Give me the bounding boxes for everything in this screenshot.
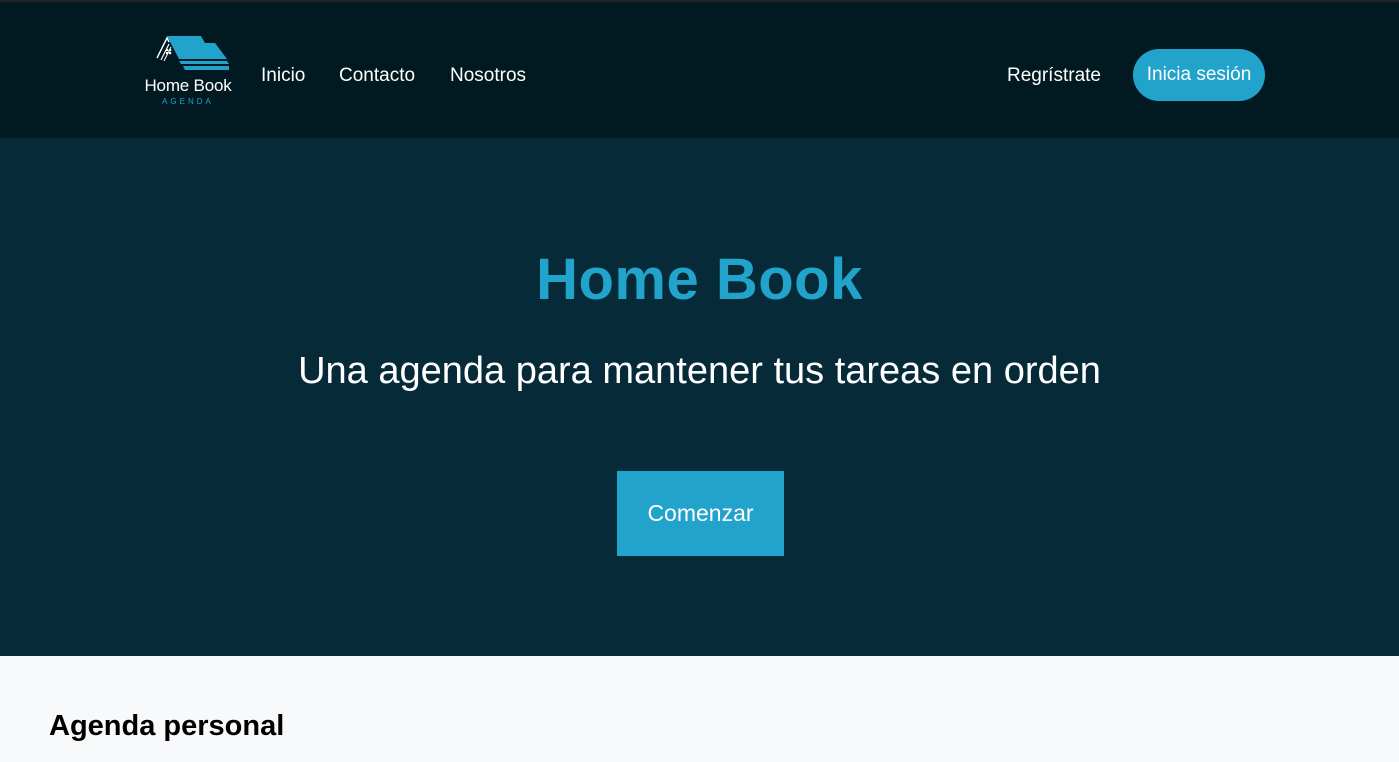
hero-title: Home Book [536, 247, 863, 312]
nav-link-nosotros[interactable]: Nosotros [450, 65, 526, 87]
login-button[interactable]: Inicia sesión [1133, 49, 1265, 101]
navbar: Home Book AGENDA Inicio Contacto Nosotro… [0, 2, 1399, 138]
nav-link-contacto[interactable]: Contacto [339, 65, 415, 87]
hero-section: Home Book Una agenda para mantener tus t… [0, 138, 1399, 656]
register-link[interactable]: Regrístrate [1007, 65, 1101, 87]
logo-name: Home Book [144, 76, 232, 95]
section-title: Agenda personal [49, 710, 285, 742]
home-book-logo[interactable]: Home Book AGENDA [137, 34, 237, 108]
start-button[interactable]: Comenzar [617, 471, 784, 556]
logo-subtitle: AGENDA [162, 97, 214, 106]
house-book-logo-icon [156, 36, 229, 70]
agenda-section: Agenda personal [0, 656, 1399, 762]
nav-link-inicio[interactable]: Inicio [261, 65, 305, 87]
hero-subtitle: Una agenda para mantener tus tareas en o… [298, 350, 1101, 392]
